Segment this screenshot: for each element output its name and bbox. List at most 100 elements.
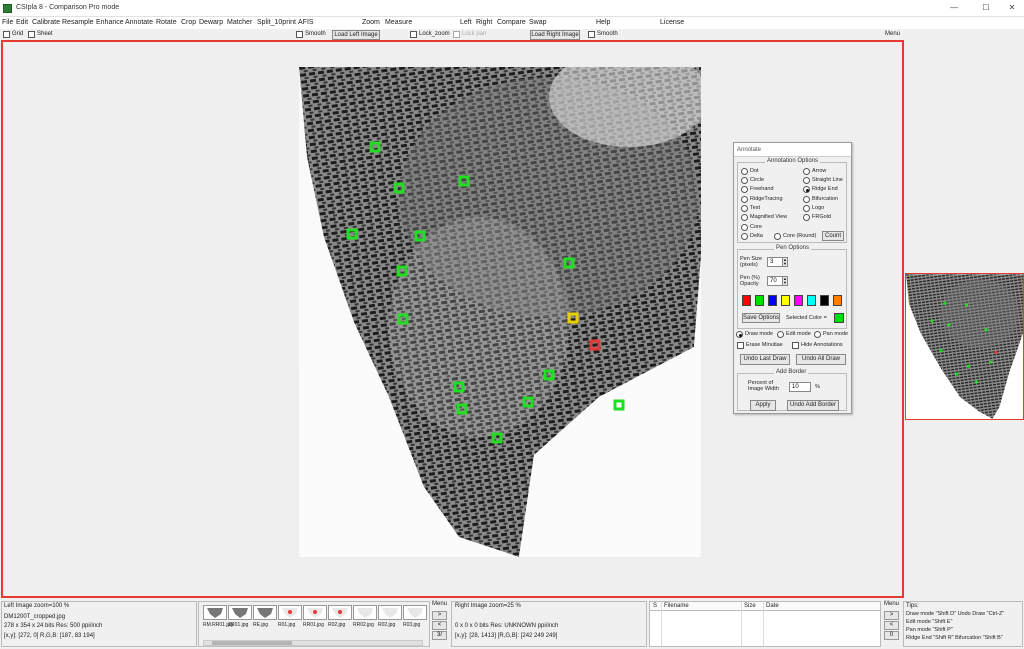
hide-annotations-checkbox[interactable]	[792, 342, 799, 349]
undo-all-draw-button[interactable]: Undo All Draw	[796, 354, 846, 365]
col-s[interactable]: S	[653, 603, 657, 609]
option-freehand-radio[interactable]	[741, 186, 748, 193]
thumb-prev-button[interactable]: <	[432, 621, 447, 630]
menu-annotate[interactable]: Annotate	[125, 19, 153, 26]
pan-mode-radio[interactable]	[814, 331, 821, 338]
menu-resample[interactable]: Resample	[62, 19, 94, 26]
right-image-thumbnail[interactable]	[905, 273, 1024, 420]
thumbnail-label: R02.jpg	[328, 622, 346, 628]
erase-minutiae-checkbox[interactable]	[737, 342, 744, 349]
option-ridge-end-radio[interactable]	[803, 186, 810, 193]
undo-add-border-button[interactable]: Undo Add Border	[787, 400, 839, 411]
menu-rotate[interactable]: Rotate	[156, 19, 177, 26]
menu-split-10print[interactable]: Split_10print	[257, 19, 296, 26]
thumbnail-scroll-thumb[interactable]	[212, 641, 292, 645]
sheet-checkbox[interactable]	[28, 31, 35, 38]
option-arrow-radio[interactable]	[803, 168, 810, 175]
menu-license[interactable]: License	[660, 19, 684, 26]
annotate-panel-title[interactable]: Annotate	[734, 143, 851, 157]
load-left-image-button[interactable]: Load Left Image	[332, 30, 380, 40]
menu-zoom[interactable]: Zoom	[362, 19, 380, 26]
apply-border-button[interactable]: Apply	[750, 400, 776, 411]
grid-checkbox[interactable]	[3, 31, 10, 38]
menu-compare[interactable]: Compare	[497, 19, 526, 26]
option-dot-radio[interactable]	[741, 168, 748, 175]
menu-dewarp[interactable]: Dewarp	[199, 19, 223, 26]
menu-help[interactable]: Help	[596, 19, 610, 26]
menu-file[interactable]: File	[2, 19, 13, 26]
pen-opacity-input[interactable]: 70	[767, 276, 783, 286]
image-thumbnail[interactable]	[278, 605, 302, 620]
file-prev-button[interactable]: <	[884, 621, 899, 630]
toolbar: Grid Sheet Smooth Load Left Image Lock_z…	[0, 29, 904, 40]
file-count-button[interactable]: 0	[884, 631, 899, 640]
maximize-button[interactable]: ☐	[974, 2, 998, 14]
option-straight-line-radio[interactable]	[803, 177, 810, 184]
load-right-image-button[interactable]: Load Right Image	[530, 30, 580, 40]
option-circle-radio[interactable]	[741, 177, 748, 184]
menu-swap[interactable]: Swap	[529, 19, 547, 26]
color-swatch[interactable]	[794, 295, 803, 306]
menu-afis[interactable]: AFIS	[298, 19, 314, 26]
option-bifurcation-radio[interactable]	[803, 196, 810, 203]
color-swatch[interactable]	[781, 295, 790, 306]
option-frgold-radio[interactable]	[803, 214, 810, 221]
image-thumbnail[interactable]	[378, 605, 402, 620]
fingerprint-image[interactable]	[299, 67, 701, 557]
lock-pan-checkbox[interactable]	[453, 31, 460, 38]
edit-mode-radio[interactable]	[777, 331, 784, 338]
image-thumbnail[interactable]	[253, 605, 277, 620]
color-swatch[interactable]	[742, 295, 751, 306]
smooth-left-checkbox[interactable]	[296, 31, 303, 38]
count-button[interactable]: Count	[822, 231, 844, 241]
menu-calibrate[interactable]: Calibrate	[32, 19, 60, 26]
option-magnified-view-radio[interactable]	[741, 214, 748, 221]
minimize-button[interactable]: —	[942, 2, 966, 14]
image-thumbnail[interactable]	[203, 605, 227, 620]
menu-edit[interactable]: Edit	[16, 19, 28, 26]
undo-last-draw-button[interactable]: Undo Last Draw	[740, 354, 790, 365]
border-percent-input[interactable]: 10	[789, 382, 811, 392]
col-date[interactable]: Date	[766, 603, 779, 609]
option-delta-radio[interactable]	[741, 233, 748, 240]
color-swatch[interactable]	[807, 295, 816, 306]
thumbnail-menu[interactable]: Menu	[432, 601, 447, 607]
pen-size-stepper[interactable]: ▲ ▼	[782, 257, 788, 267]
pen-opacity-stepper[interactable]: ▲ ▼	[782, 276, 788, 286]
window-title: CSIpla 8 - Comparison Pro mode	[16, 4, 120, 11]
color-swatch[interactable]	[833, 295, 842, 306]
smooth-right-checkbox[interactable]	[588, 31, 595, 38]
toolbar-menu[interactable]: Menu	[885, 31, 900, 37]
menu-enhance[interactable]: Enhance	[96, 19, 124, 26]
color-swatch[interactable]	[755, 295, 764, 306]
menu-right[interactable]: Right	[476, 19, 492, 26]
thumbnail-scrollbar[interactable]	[203, 640, 423, 646]
col-filename[interactable]: Filename	[664, 603, 689, 609]
menu-matcher[interactable]: Matcher	[227, 19, 252, 26]
image-thumbnail[interactable]	[328, 605, 352, 620]
thumb-size-button[interactable]: 3/	[432, 631, 447, 640]
thumb-next-button[interactable]: >	[432, 611, 447, 620]
option-text-radio[interactable]	[741, 205, 748, 212]
draw-mode-radio[interactable]	[736, 331, 743, 338]
file-next-button[interactable]: >	[884, 611, 899, 620]
option-core-radio[interactable]	[741, 224, 748, 231]
option-ridge-tracing-radio[interactable]	[741, 196, 748, 203]
option-logo-radio[interactable]	[803, 205, 810, 212]
close-button[interactable]: ✕	[1000, 2, 1024, 14]
image-thumbnail[interactable]	[403, 605, 427, 620]
pen-size-input[interactable]: 3	[767, 257, 783, 267]
menu-left[interactable]: Left	[460, 19, 472, 26]
menu-crop[interactable]: Crop	[181, 19, 196, 26]
image-thumbnail[interactable]	[228, 605, 252, 620]
color-swatch[interactable]	[768, 295, 777, 306]
image-thumbnail[interactable]	[353, 605, 377, 620]
save-options-button[interactable]: Save Options	[742, 313, 780, 323]
lock-zoom-checkbox[interactable]	[410, 31, 417, 38]
image-thumbnail[interactable]	[303, 605, 327, 620]
menu-measure[interactable]: Measure	[385, 19, 412, 26]
file-table-menu[interactable]: Menu	[884, 601, 899, 607]
col-size[interactable]: Size	[744, 603, 756, 609]
option-core-round-radio[interactable]	[774, 233, 781, 240]
color-swatch[interactable]	[820, 295, 829, 306]
